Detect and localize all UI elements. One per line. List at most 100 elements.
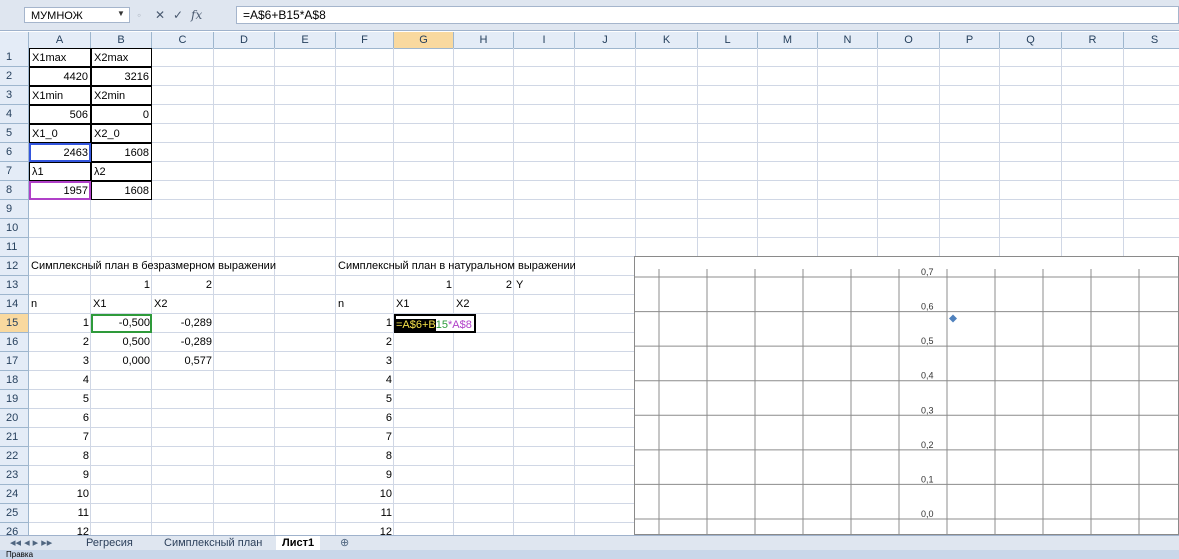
grid-cell[interactable] [1124,48,1179,67]
grid-cell[interactable] [394,105,454,124]
grid-cell[interactable] [818,181,878,200]
grid-cell[interactable] [940,124,1000,143]
cell-b15[interactable]: -0,500 [91,314,152,333]
grid-cell[interactable] [575,105,636,124]
cell-f15[interactable]: 1 [336,314,394,333]
grid-cell[interactable] [454,143,514,162]
grid-cell[interactable] [336,124,394,143]
tab-regression[interactable]: Регресия [80,536,139,550]
row-header-16[interactable]: 16 [0,333,29,352]
grid-cell[interactable] [878,86,940,105]
cell-b17[interactable]: 0,000 [91,352,152,371]
grid-cell[interactable] [575,485,636,504]
grid-cell[interactable] [1062,162,1124,181]
grid-cell[interactable] [575,333,636,352]
grid-cell[interactable] [454,48,514,67]
grid-cell[interactable] [29,276,91,295]
cell-a14[interactable]: n [29,295,39,314]
row-header-1[interactable]: 1 [0,48,29,67]
grid-cell[interactable] [636,219,698,238]
grid-cell[interactable] [275,48,336,67]
grid-cell[interactable] [394,86,454,105]
grid-cell[interactable] [91,371,152,390]
grid-cell[interactable] [214,485,275,504]
grid-cell[interactable] [940,238,1000,257]
grid-cell[interactable] [514,409,575,428]
grid-cell[interactable] [940,200,1000,219]
column-header-b[interactable]: B [91,32,152,48]
grid-cell[interactable] [152,86,214,105]
row-header-11[interactable]: 11 [0,238,29,257]
column-header-f[interactable]: F [336,32,394,48]
grid-cell[interactable] [1000,124,1062,143]
grid-cell[interactable] [394,200,454,219]
grid-cell[interactable] [275,333,336,352]
grid-cell[interactable] [214,371,275,390]
column-header-l[interactable]: L [698,32,758,48]
cell-a8[interactable]: 1957 [29,181,91,200]
grid-cell[interactable] [575,390,636,409]
grid-cell[interactable] [394,352,454,371]
grid-cell[interactable] [394,238,454,257]
grid-cell[interactable] [575,352,636,371]
grid-cell[interactable] [758,162,818,181]
grid-cell[interactable] [214,219,275,238]
grid-cell[interactable] [758,200,818,219]
enter-icon[interactable]: ✓ [173,7,183,23]
grid-cell[interactable] [394,371,454,390]
grid-cell[interactable] [336,181,394,200]
grid-cell[interactable] [91,447,152,466]
grid-cell[interactable] [878,67,940,86]
cell-b6[interactable]: 1608 [91,143,152,162]
grid-cell[interactable] [152,200,214,219]
function-icon[interactable]: fx [191,7,202,23]
grid-cell[interactable] [336,238,394,257]
grid-cell[interactable] [878,143,940,162]
row-header-2[interactable]: 2 [0,67,29,86]
row-header-14[interactable]: 14 [0,295,29,314]
grid-cell[interactable] [698,48,758,67]
cell-f19[interactable]: 5 [336,390,394,409]
grid-cell[interactable] [275,181,336,200]
grid-cell[interactable] [454,124,514,143]
grid-cell[interactable] [575,219,636,238]
grid-cell[interactable] [152,238,214,257]
cell-a24[interactable]: 10 [29,485,91,504]
grid-cell[interactable] [454,67,514,86]
grid-cell[interactable] [394,390,454,409]
grid-cell[interactable] [336,219,394,238]
grid-cell[interactable] [636,200,698,219]
cell-a21[interactable]: 7 [29,428,91,447]
grid-cell[interactable] [152,466,214,485]
grid-cell[interactable] [394,124,454,143]
column-header-e[interactable]: E [275,32,336,48]
grid-cell[interactable] [454,447,514,466]
column-header-a[interactable]: A [29,32,91,48]
grid-cell[interactable] [575,257,636,276]
grid-cell[interactable] [940,162,1000,181]
grid-cell[interactable] [275,409,336,428]
grid-cell[interactable] [1124,143,1179,162]
cell-b3[interactable]: X2min [91,86,152,105]
cell-a7[interactable]: λ1 [29,162,91,181]
grid-cell[interactable] [1000,143,1062,162]
grid-cell[interactable] [275,105,336,124]
column-header-d[interactable]: D [214,32,275,48]
grid-cell[interactable] [698,200,758,219]
grid-cell[interactable] [758,181,818,200]
cancel-icon[interactable]: ✕ [155,7,165,23]
grid-cell[interactable] [514,219,575,238]
cell-b16[interactable]: 0,500 [91,333,152,352]
grid-cell[interactable] [575,447,636,466]
grid-cell[interactable] [698,86,758,105]
grid-cell[interactable] [394,162,454,181]
grid-cell[interactable] [152,48,214,67]
grid-cell[interactable] [91,390,152,409]
grid-cell[interactable] [275,523,336,535]
cell-a6[interactable]: 2463 [29,143,91,162]
cell-f17[interactable]: 3 [336,352,394,371]
grid-cell[interactable] [152,124,214,143]
grid-cell[interactable] [91,219,152,238]
grid-cell[interactable] [152,67,214,86]
grid-cell[interactable] [818,124,878,143]
